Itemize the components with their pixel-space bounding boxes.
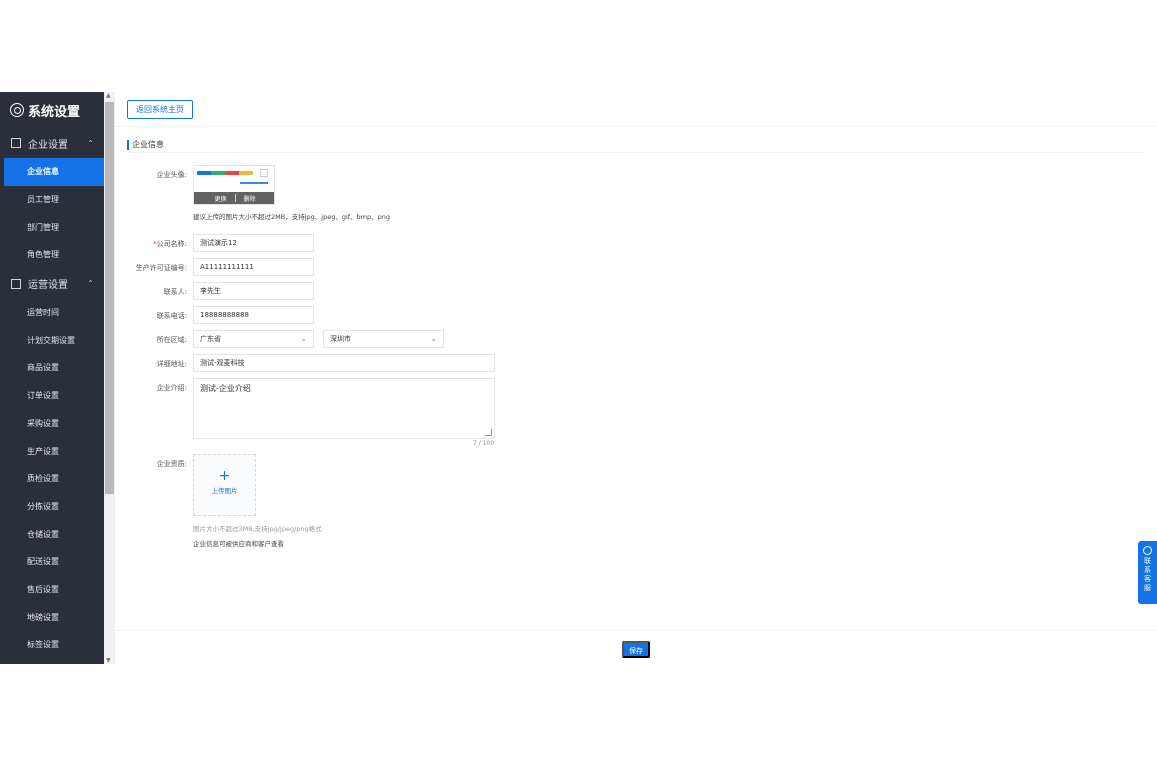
avatar-preview: 更换 删除 [193, 165, 275, 205]
contact-input[interactable]: 李先生 [193, 282, 314, 300]
chat-icon [1143, 546, 1152, 555]
sidebar-group-operation[interactable]: 运营设置 ⌃ [0, 269, 104, 299]
avatar-graphic [197, 171, 211, 175]
service-label-char: 联 [1144, 557, 1151, 565]
sidebar-scrollbar[interactable]: ▲ ▼ [104, 92, 115, 664]
avatar-delete-button[interactable]: 删除 [236, 194, 264, 203]
service-label-char: 客 [1144, 575, 1151, 583]
scrollbar-thumb[interactable] [105, 102, 114, 494]
qualification-label: 企业资质: [156, 460, 187, 468]
scroll-down-icon[interactable]: ▼ [106, 657, 111, 664]
license-label: 生产许可证编号: [135, 264, 187, 272]
sidebar-item-label[interactable]: 标签设置 [0, 631, 104, 659]
sidebar-item-sorting[interactable]: 分拣设置 [0, 493, 104, 521]
avatar-graphic [239, 171, 253, 175]
sidebar-group-enterprise[interactable]: 企业设置 ⌃ [0, 128, 104, 158]
intro-counter: 7 / 100 [473, 440, 495, 447]
avatar-graphic [225, 171, 239, 175]
gear-icon [10, 103, 24, 117]
chevron-up-icon: ⌃ [87, 279, 94, 289]
sidebar-item-staff[interactable]: 员工管理 [0, 186, 104, 214]
label-text: 公司名称: [156, 240, 187, 248]
city-value: 深圳市 [330, 335, 351, 343]
list-icon [11, 278, 21, 289]
footer-bar: 保存 [115, 630, 1157, 664]
upload-label: 上传图片 [211, 487, 238, 495]
main-content: 返回系统主页 企业信息 企业头像: 更换 删除 建议上传的图片大小不超过2MB，… [115, 92, 1157, 664]
back-to-home-button[interactable]: 返回系统主页 [127, 99, 193, 119]
city-select[interactable]: 深圳市 ⌄ [323, 330, 444, 348]
app-frame: 系统设置 企业设置 ⌃ 企业信息 员工管理 部门管理 角色管理 运营设置 ⌃ 运… [0, 92, 1157, 664]
avatar-graphic [211, 171, 225, 175]
avatar-graphic [240, 182, 268, 184]
province-value: 广东省 [200, 335, 221, 343]
sidebar-group-label: 运营设置 [28, 280, 68, 292]
region-label: 所在区域: [156, 336, 187, 344]
avatar-graphic [260, 169, 268, 177]
sidebar-item-purchase[interactable]: 采购设置 [0, 410, 104, 438]
chevron-down-icon: ⌄ [300, 334, 307, 343]
address-label: 详细地址: [156, 360, 187, 368]
section-title: 企业信息 [127, 140, 164, 150]
phone-label: 联系电话: [156, 312, 187, 320]
service-label-char: 系 [1144, 566, 1151, 574]
section-divider [127, 152, 1145, 153]
sidebar-item-after-sale[interactable]: 售后设置 [0, 576, 104, 604]
contact-label: 联系人: [163, 288, 187, 296]
plus-icon: + [218, 468, 231, 484]
company-name-input[interactable]: 测试演示12 [193, 234, 314, 252]
avatar-hint: 建议上传的图片大小不超过2MB，支持jpg、jpeg、gif、bmp、png [193, 213, 390, 221]
sidebar-item-warehouse[interactable]: 仓储设置 [0, 520, 104, 548]
address-input[interactable]: 测试-观麦科技 [193, 354, 495, 372]
sidebar-title-text: 系统设置 [28, 104, 81, 120]
sidebar-item-delivery-plan[interactable]: 计划交期设置 [0, 326, 104, 354]
sidebar-item-order[interactable]: 订单设置 [0, 382, 104, 410]
visibility-note: 企业信息可被供应商和客户查看 [193, 540, 284, 548]
sidebar-item-production[interactable]: 生产设置 [0, 437, 104, 465]
avatar-actions: 更换 删除 [194, 192, 274, 204]
sidebar-item-dispatch[interactable]: 配送设置 [0, 548, 104, 576]
customer-service-button[interactable]: 联 系 客 服 [1138, 541, 1157, 604]
sidebar-item-scale[interactable]: 地磅设置 [0, 603, 104, 631]
avatar-change-button[interactable]: 更换 [206, 194, 234, 203]
license-input[interactable]: A11111111111 [193, 258, 314, 276]
sidebar-item-department[interactable]: 部门管理 [0, 213, 104, 241]
chevron-up-icon: ⌃ [87, 138, 94, 148]
sidebar-item-operation-time[interactable]: 运营时间 [0, 299, 104, 327]
company-name-label: *公司名称: [115, 239, 187, 249]
sidebar-group-label: 企业设置 [28, 139, 68, 151]
intro-value: 测试-企业介绍 [200, 384, 251, 393]
upload-hint: 图片大小不超过3MB,支持jpg/jpeg/png格式 [193, 525, 322, 533]
intro-textarea[interactable]: 测试-企业介绍 [193, 378, 495, 439]
sidebar-item-enterprise-info[interactable]: 企业信息 [4, 158, 104, 186]
building-icon [11, 138, 21, 148]
save-button[interactable]: 保存 [622, 641, 650, 658]
sidebar-item-product[interactable]: 商品设置 [0, 354, 104, 382]
phone-input[interactable]: 18888888888 [193, 306, 314, 324]
sidebar: 系统设置 企业设置 ⌃ 企业信息 员工管理 部门管理 角色管理 运营设置 ⌃ 运… [0, 92, 104, 664]
resize-handle-icon[interactable] [485, 429, 492, 436]
avatar-label: 企业头像: [156, 171, 187, 179]
upload-image-button[interactable]: + 上传图片 [193, 454, 256, 516]
sidebar-item-role[interactable]: 角色管理 [0, 241, 104, 269]
sidebar-title: 系统设置 [0, 92, 104, 128]
sidebar-item-quality[interactable]: 质检设置 [0, 465, 104, 493]
service-label-char: 服 [1144, 584, 1151, 592]
chevron-down-icon: ⌄ [430, 334, 437, 343]
intro-label: 企业介绍: [156, 384, 187, 392]
province-select[interactable]: 广东省 ⌄ [193, 330, 314, 348]
scroll-up-icon[interactable]: ▲ [106, 92, 111, 99]
top-bar: 返回系统主页 [115, 92, 1157, 127]
